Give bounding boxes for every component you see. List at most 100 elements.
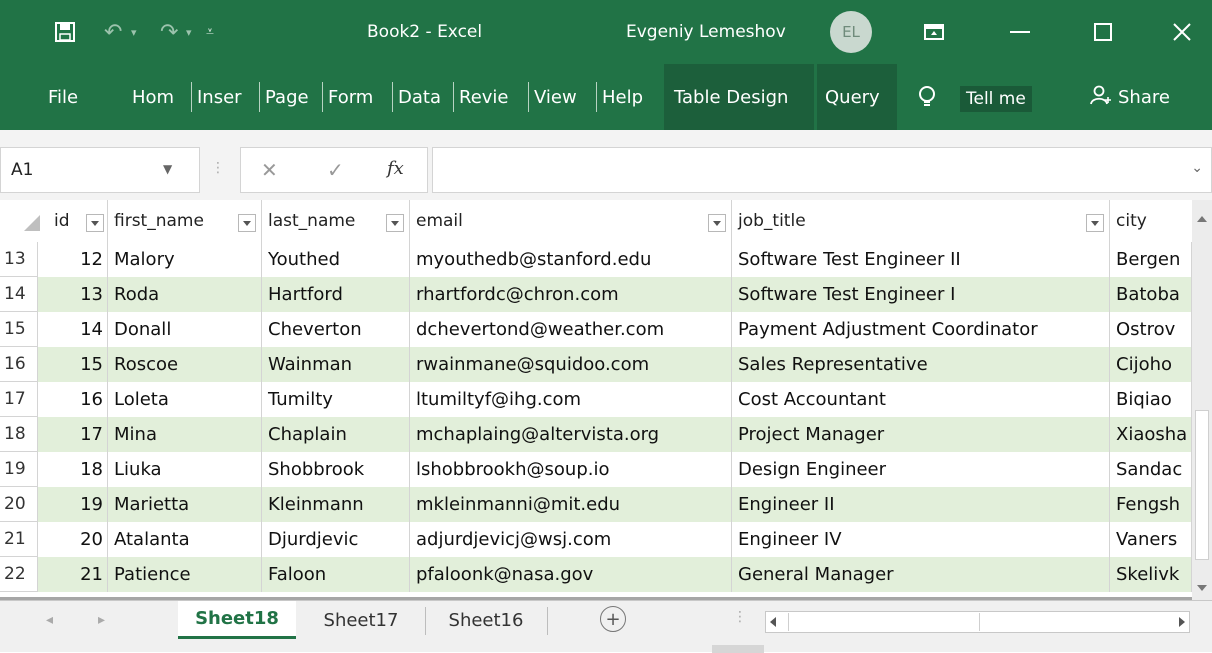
cell-last-name[interactable]: Djurdjevic — [262, 522, 410, 557]
row-number[interactable]: 15 — [0, 312, 38, 347]
cell-first-name[interactable]: Roda — [108, 277, 262, 312]
cell-first-name[interactable]: Mina — [108, 417, 262, 452]
tab-file[interactable]: File — [48, 64, 78, 130]
cell-id[interactable]: 18 — [48, 452, 108, 487]
cell-email[interactable]: myouthedb@stanford.edu — [410, 242, 732, 277]
sheet-tab-sheet17[interactable]: Sheet17 — [306, 601, 416, 639]
cell-email[interactable]: rhartfordc@chron.com — [410, 277, 732, 312]
lightbulb-icon[interactable] — [918, 64, 936, 130]
cell-job-title[interactable]: Software Test Engineer I — [732, 277, 1110, 312]
cell-first-name[interactable]: Patience — [108, 557, 262, 592]
filter-dropdown-icon[interactable] — [1086, 214, 1104, 232]
new-sheet-button[interactable]: + — [600, 606, 626, 632]
tab-formulas[interactable]: Form — [328, 64, 373, 130]
cell-id[interactable]: 13 — [48, 277, 108, 312]
sheet-tab-sheet16[interactable]: Sheet16 — [432, 601, 540, 639]
insert-function-icon[interactable]: fx — [387, 158, 404, 179]
tab-table-design[interactable]: Table Design — [664, 64, 814, 130]
filter-dropdown-icon[interactable] — [86, 214, 104, 232]
tab-page-layout[interactable]: Page — [265, 64, 309, 130]
cell-city[interactable]: Bergen — [1110, 242, 1192, 277]
cell-last-name[interactable]: Youthed — [262, 242, 410, 277]
row-number[interactable]: 21 — [0, 522, 38, 557]
row-number[interactable]: 17 — [0, 382, 38, 417]
header-email[interactable]: email — [410, 200, 732, 242]
cell-id[interactable]: 16 — [48, 382, 108, 417]
scroll-down-icon[interactable] — [1197, 585, 1207, 591]
cell-id[interactable]: 20 — [48, 522, 108, 557]
tell-me-search[interactable]: Tell me — [960, 86, 1032, 112]
header-city[interactable]: city — [1110, 200, 1192, 242]
formula-input[interactable]: ⌄ — [432, 147, 1212, 193]
cell-last-name[interactable]: Hartford — [262, 277, 410, 312]
select-all-corner[interactable] — [0, 200, 48, 242]
expand-formula-bar-icon[interactable]: ⌄ — [1191, 160, 1203, 176]
row-number[interactable]: 16 — [0, 347, 38, 382]
scroll-right-icon[interactable] — [1179, 617, 1185, 627]
horizontal-scrollbar[interactable] — [765, 611, 1190, 633]
cell-last-name[interactable]: Wainman — [262, 347, 410, 382]
chevron-down-icon[interactable]: ▼ — [163, 162, 172, 176]
row-number[interactable]: 22 — [0, 557, 38, 592]
cell-id[interactable]: 15 — [48, 347, 108, 382]
cell-first-name[interactable]: Malory — [108, 242, 262, 277]
cell-city[interactable]: Batoba — [1110, 277, 1192, 312]
cell-email[interactable]: dchevertond@weather.com — [410, 312, 732, 347]
tab-help[interactable]: Help — [602, 64, 643, 130]
next-sheet-icon[interactable]: ▸ — [98, 612, 105, 628]
cell-last-name[interactable]: Cheverton — [262, 312, 410, 347]
row-number[interactable]: 18 — [0, 417, 38, 452]
undo-dropdown-icon[interactable]: ▾ — [131, 0, 137, 64]
scroll-left-icon[interactable] — [770, 617, 776, 627]
worksheet-grid[interactable]: id first_name last_name email job_title … — [0, 200, 1212, 600]
cell-last-name[interactable]: Tumilty — [262, 382, 410, 417]
cell-city[interactable]: Biqiao — [1110, 382, 1192, 417]
cell-first-name[interactable]: Liuka — [108, 452, 262, 487]
cell-last-name[interactable]: Faloon — [262, 557, 410, 592]
cell-city[interactable]: Xiaosha — [1110, 417, 1192, 452]
cell-job-title[interactable]: Project Manager — [732, 417, 1110, 452]
filter-dropdown-icon[interactable] — [708, 214, 726, 232]
minimize-icon[interactable] — [1010, 0, 1030, 64]
cell-first-name[interactable]: Donall — [108, 312, 262, 347]
header-job-title[interactable]: job_title — [732, 200, 1110, 242]
cell-first-name[interactable]: Marietta — [108, 487, 262, 522]
cell-city[interactable]: Fengsh — [1110, 487, 1192, 522]
share-button[interactable]: Share — [1090, 64, 1170, 130]
cell-email[interactable]: rwainmane@squidoo.com — [410, 347, 732, 382]
tab-scroll-splitter[interactable]: ⋮ — [733, 609, 747, 625]
horizontal-scroll-thumb[interactable] — [788, 613, 980, 631]
previous-sheet-icon[interactable]: ◂ — [46, 612, 53, 628]
cell-id[interactable]: 19 — [48, 487, 108, 522]
user-name[interactable]: Evgeniy Lemeshov — [626, 0, 786, 64]
cell-last-name[interactable]: Shobbrook — [262, 452, 410, 487]
filter-dropdown-icon[interactable] — [238, 214, 256, 232]
tab-review[interactable]: Revie — [459, 64, 509, 130]
row-number[interactable]: 13 — [0, 242, 38, 277]
cell-first-name[interactable]: Roscoe — [108, 347, 262, 382]
cell-last-name[interactable]: Chaplain — [262, 417, 410, 452]
tab-view[interactable]: View — [534, 64, 577, 130]
close-icon[interactable] — [1172, 0, 1192, 64]
row-number[interactable]: 20 — [0, 487, 38, 522]
cell-id[interactable]: 14 — [48, 312, 108, 347]
undo-icon[interactable]: ↶ — [104, 0, 122, 64]
vertical-scroll-thumb[interactable] — [1195, 410, 1209, 560]
vertical-scrollbar[interactable] — [1192, 200, 1212, 600]
avatar[interactable]: EL — [830, 11, 872, 53]
formula-bar-splitter[interactable]: ⋮ — [211, 160, 225, 176]
redo-dropdown-icon[interactable]: ▾ — [186, 0, 192, 64]
maximize-icon[interactable] — [1094, 0, 1112, 64]
tab-query[interactable]: Query — [817, 64, 897, 130]
customize-qat-icon[interactable]: ⩡ — [206, 0, 214, 64]
ribbon-display-options-icon[interactable] — [924, 0, 944, 64]
cancel-icon[interactable]: ✕ — [261, 158, 278, 182]
cell-first-name[interactable]: Loleta — [108, 382, 262, 417]
cell-job-title[interactable]: Sales Representative — [732, 347, 1110, 382]
cell-email[interactable]: adjurdjevicj@wsj.com — [410, 522, 732, 557]
row-number[interactable]: 14 — [0, 277, 38, 312]
tab-insert[interactable]: Inser — [197, 64, 242, 130]
sheet-tab-sheet18[interactable]: Sheet18 — [178, 601, 296, 639]
cell-id[interactable]: 21 — [48, 557, 108, 592]
cell-job-title[interactable]: General Manager — [732, 557, 1110, 592]
